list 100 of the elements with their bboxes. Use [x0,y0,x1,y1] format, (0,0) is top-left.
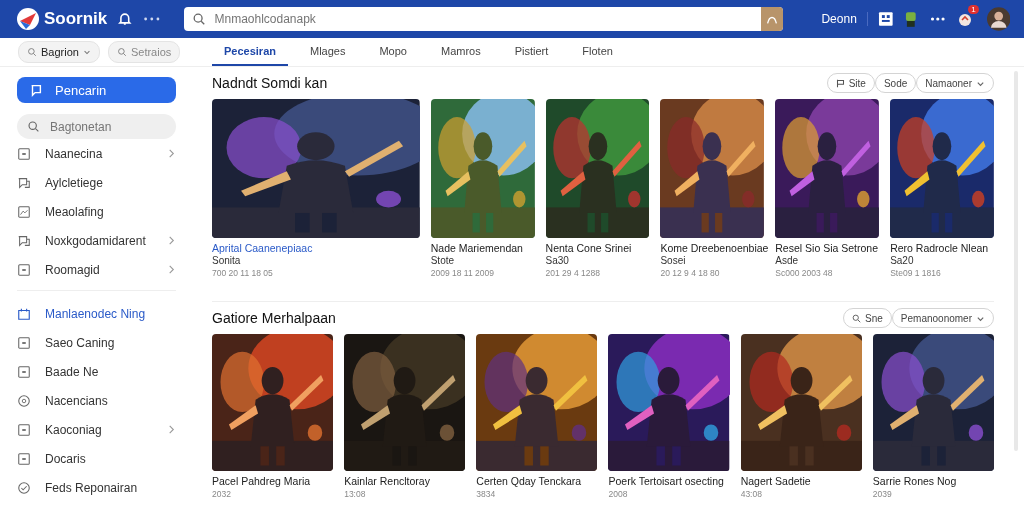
user-label[interactable]: Deonn [821,12,868,26]
sidebar-item-label: Manlaenodec Ning [45,306,147,321]
sidebar-item-label: Aylcletiege [45,175,104,190]
filter-field[interactable]: Bagrion [18,41,100,63]
card-title[interactable]: Rero Radrocle Nlean [890,242,994,255]
sidebar-item-label: Docaris [45,451,87,466]
grid-icon[interactable] [877,11,894,27]
card-meta: 3834 [476,489,497,500]
chat-icon [17,175,31,190]
card-title[interactable]: Poerk Tertoisart osecting [608,475,730,488]
search-bar[interactable]: Mnmaohlcodanapk [184,7,784,31]
card-meta: 2039 [872,489,893,500]
check-icon [17,480,31,495]
search-icon [27,47,37,57]
flag-icon [835,78,845,88]
card-meta: 13:08 [344,489,367,500]
sidebar-search-field[interactable]: Bagtonetan [48,118,162,135]
tab[interactable]: Mopo [367,38,419,66]
card-title[interactable]: Aprital Caanenepiaac [212,242,420,255]
search-icon [116,47,127,57]
sidebar-item[interactable]: Baade Ne [17,357,176,386]
toolbar-button[interactable]: Pemanoonomer [891,308,994,328]
sidebar-item-label: Kaoconiag [45,422,103,437]
tab[interactable]: Mlages [298,38,358,66]
tab[interactable]: Mamros [429,38,493,66]
card-meta: 201 29 4 1288 [545,268,601,279]
logo-icon [16,7,40,31]
square-icon [17,451,31,466]
square-icon [17,364,31,379]
card-title[interactable]: Certen Qday Tenckara [476,475,598,488]
search-button[interactable] [761,7,784,31]
card-title[interactable]: Resel Sio Sia Setrone [775,242,880,255]
primary-button[interactable]: Pencarin [17,77,176,103]
avatar-icon[interactable] [986,7,1010,31]
sidebar-item[interactable]: Meaolafing [17,197,176,226]
card-meta: 43:08 [740,489,763,500]
search-field[interactable]: Mnmaohlcodanapk [212,11,762,27]
card-subtitle: Stote [430,255,456,267]
card-subtitle: Sa30 [545,255,570,267]
card-title[interactable]: Nagert Sadetie [740,475,862,488]
sidebar-item[interactable]: Roomagid [17,255,176,284]
search-icon [27,120,40,133]
sidebar-item[interactable]: Saeo Caning [17,328,176,357]
dots-icon[interactable] [142,15,161,23]
card-title[interactable]: Sarrie Rones Nog [872,475,994,488]
search-icon [852,313,862,323]
square-icon [17,146,31,161]
notification-badge: 1 [968,5,979,14]
square-icon [17,262,31,277]
sidebar-item-label: Feds Reponairan [45,480,139,495]
toolbar-button[interactable]: Site [826,73,875,93]
notification-icon[interactable] [956,11,973,27]
toolbar-button[interactable]: Sne [843,308,892,328]
card-meta: Ste09 1 1816 [890,268,942,279]
card-subtitle: Sosei [660,255,687,267]
square-icon [17,422,31,437]
card-subtitle: Sonita [212,255,242,267]
sidebar-item[interactable]: Nacencians [17,386,176,415]
logo-text: Soornik [44,9,108,29]
chat-icon [17,233,31,248]
caret-icon [82,48,91,56]
search-icon [192,12,207,26]
section-title: Nadndt Somdi kan [212,75,328,91]
chat-icon [29,83,43,97]
sidebar-search-bar[interactable]: Bagtonetan [17,114,176,139]
card-meta: 2032 [212,489,232,500]
card-title[interactable]: Nade Mariemendan [430,242,535,255]
more-icon[interactable] [929,15,947,23]
sidebar-item-label: Noxkgodamidarent [45,233,147,248]
sidebar-item-label: Saeo Caning [45,335,116,350]
card-subtitle: Asde [775,255,800,267]
tab[interactable]: Pistiert [502,38,561,66]
sidebar-item[interactable]: Manlaenodec Ning [17,299,176,328]
card-subtitle: Sa20 [890,255,915,267]
card-title[interactable]: Pacel Pahdreg Maria [212,475,334,488]
sidebar-item[interactable]: Feds Reponairan [17,473,176,502]
toolbar-button[interactable]: Sode [874,73,917,93]
circle-icon [17,393,31,408]
sidebar-item-label: Meaolafing [45,204,105,219]
tab[interactable]: Pecesiran [212,38,288,66]
sidebar-item[interactable]: Noxkgodamidarent [17,226,176,255]
tab[interactable]: Floten [570,38,625,66]
card-meta: 20 12 9 4 18 80 [660,268,721,279]
calendar-icon [17,306,31,321]
card-meta: 700 20 11 18 05 [212,268,274,279]
toolbar-button[interactable]: Namaoner [916,73,994,93]
card-meta: 2009 18 11 2009 [430,268,495,279]
card-meta: Sc000 2003 48 [775,268,834,279]
sidebar-item[interactable]: Aylcletiege [17,168,176,197]
sidebar-item[interactable]: Naanecina [17,139,176,168]
card-title[interactable]: Nenta Cone Srinei [545,242,650,255]
sidebar-item-label: Roomagid [45,262,101,277]
sidebar-item-label: Baade Ne [45,364,100,379]
bell-icon[interactable] [117,11,133,27]
card-title[interactable]: Kainlar Rencltoray [344,475,466,488]
section-title: Gatiore Merhalpaan [212,310,336,326]
sidebar-item[interactable]: Docaris [17,444,176,473]
square-icon [17,204,31,219]
sidebar-item[interactable]: Kaoconiag [17,415,176,444]
card-meta: 2008 [608,489,629,500]
